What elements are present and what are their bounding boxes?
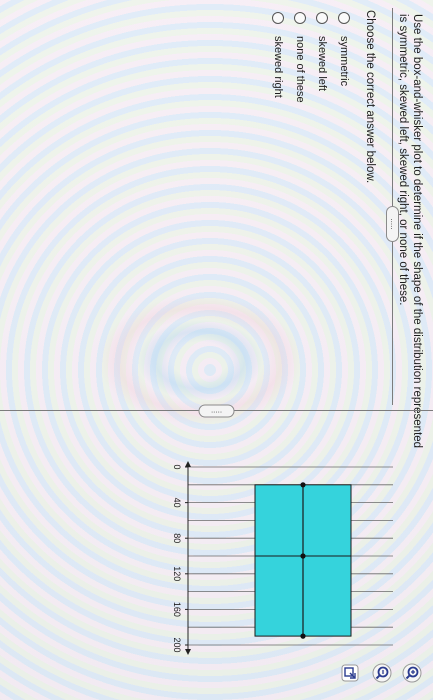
box-plot-chart: 0 40 80 120 160 200 — [163, 455, 403, 655]
expand-question-button[interactable]: ..... — [386, 206, 399, 242]
median-point — [300, 553, 306, 559]
x-tick-label: 120 — [172, 566, 182, 581]
min-point — [300, 482, 306, 488]
question-panel: Use the box-and-whisker plot to determin… — [0, 0, 433, 700]
radio-symmetric[interactable] — [338, 12, 350, 24]
radio-none-of-these[interactable] — [294, 12, 306, 24]
zoom-in-button[interactable] — [401, 662, 423, 684]
zoom-out-icon — [372, 663, 392, 683]
chart-toolbar — [283, 648, 423, 688]
x-tick-label: 200 — [172, 637, 182, 652]
option-none-of-these[interactable]: none of these — [289, 12, 311, 103]
expand-panel-button[interactable]: ..... — [198, 404, 235, 418]
x-tick-label: 0 — [172, 464, 182, 469]
option-label: skewed left — [316, 36, 328, 92]
zoom-in-icon — [402, 663, 422, 683]
option-label: symmetric — [338, 36, 350, 87]
answer-prompt: Choose the correct answer below. — [364, 10, 376, 184]
radio-skewed-right[interactable] — [272, 12, 284, 24]
max-point — [300, 633, 306, 639]
radio-skewed-left[interactable] — [316, 12, 328, 24]
x-tick-label: 80 — [172, 533, 182, 543]
x-tick-label: 40 — [172, 498, 182, 508]
axis-arrow — [185, 649, 191, 655]
question-text: Use the box-and-whisker plot to determin… — [397, 14, 423, 449]
x-tick-label: 160 — [172, 602, 182, 617]
box-plot-svg: 0 40 80 120 160 200 — [172, 461, 393, 655]
popout-button[interactable] — [339, 662, 361, 684]
option-symmetric[interactable]: symmetric — [333, 12, 355, 103]
option-skewed-right[interactable]: skewed right — [267, 12, 289, 103]
axis-arrow-left — [185, 461, 191, 467]
popout-icon — [341, 664, 359, 682]
answer-options: symmetric skewed left none of these skew… — [267, 12, 355, 103]
option-skewed-left[interactable]: skewed left — [311, 12, 333, 103]
option-label: none of these — [294, 36, 306, 103]
zoom-out-button[interactable] — [371, 662, 393, 684]
option-label: skewed right — [272, 36, 284, 98]
